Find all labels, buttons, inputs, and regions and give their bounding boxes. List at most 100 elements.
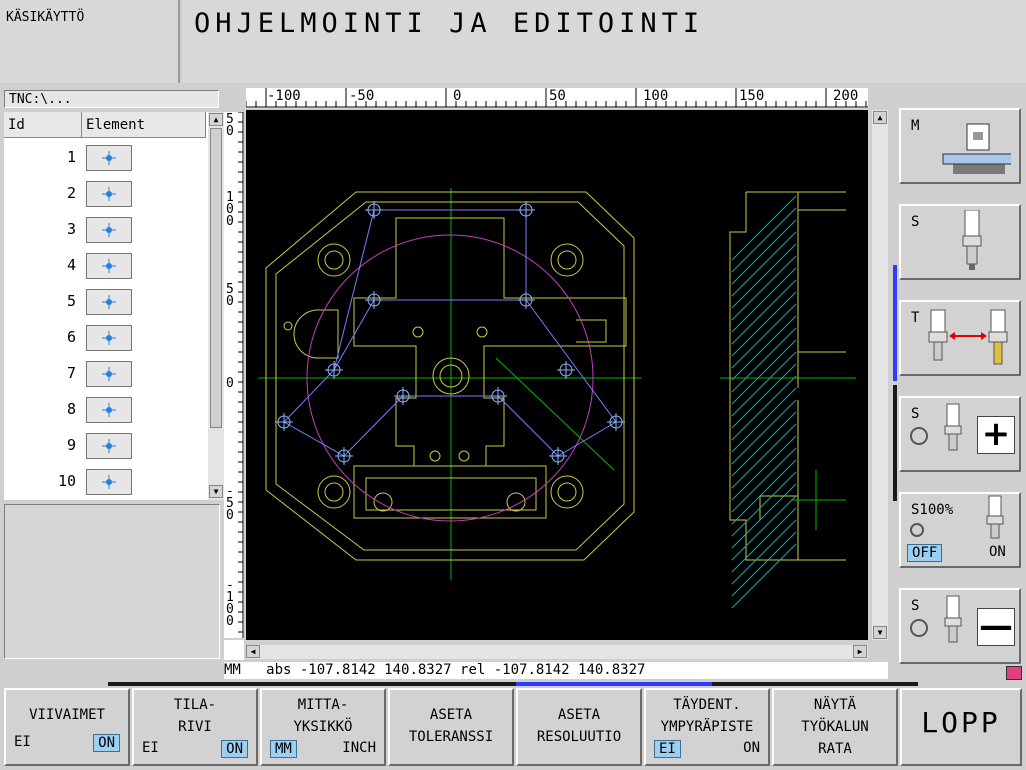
softkey-label: TYÖKALUN bbox=[801, 719, 869, 735]
softkey-label: LOPP bbox=[921, 706, 1001, 739]
point-icon bbox=[102, 439, 116, 453]
tool-change-icon bbox=[928, 309, 1008, 365]
element-cell[interactable] bbox=[86, 397, 132, 423]
element-cell[interactable] bbox=[86, 361, 132, 387]
ruler-tick-label: 0 bbox=[226, 376, 234, 391]
canvas-scroll-right-icon[interactable]: ▶ bbox=[853, 645, 867, 658]
element-cell[interactable] bbox=[86, 145, 132, 171]
ruler-tick-label: -100 bbox=[267, 88, 301, 104]
scroll-up-arrow-icon[interactable]: ▲ bbox=[209, 113, 223, 126]
list-item-id: 4 bbox=[66, 256, 76, 274]
point-icon bbox=[102, 259, 116, 273]
element-cell[interactable] bbox=[86, 433, 132, 459]
contour-points bbox=[275, 201, 625, 465]
spindle-rotate-ccw-icon bbox=[910, 595, 962, 643]
override-on-toggle[interactable]: ON bbox=[989, 544, 1006, 560]
list-item[interactable]: 1 bbox=[4, 142, 206, 178]
softkey-7[interactable]: NÄYTÄ TYÖKALUN RATA bbox=[772, 688, 898, 766]
list-item-id: 1 bbox=[66, 148, 76, 166]
toggle-on-option[interactable]: ON bbox=[221, 740, 248, 758]
side-button-spindle-plus[interactable]: S + bbox=[899, 396, 1021, 472]
side-button-spindle-override[interactable]: S100% OFF ON bbox=[899, 492, 1021, 568]
list-item-id: 9 bbox=[66, 436, 76, 454]
point-icon bbox=[102, 331, 116, 345]
softkey-3[interactable]: MITTA- YKSIKKÖ MM INCH bbox=[260, 688, 386, 766]
element-cell[interactable] bbox=[86, 181, 132, 207]
side-label-t: T bbox=[911, 310, 920, 326]
side-button-spindle-minus[interactable]: S — bbox=[899, 588, 1021, 664]
toggle-off-option[interactable]: MM bbox=[270, 740, 297, 758]
softkey-8[interactable]: LOPP bbox=[900, 688, 1022, 766]
ruler-tick-label: 100 bbox=[226, 190, 234, 229]
element-cell[interactable] bbox=[86, 217, 132, 243]
toggle-off-option[interactable]: EI bbox=[654, 740, 681, 758]
point-icon bbox=[102, 223, 116, 237]
list-item-id: 7 bbox=[66, 364, 76, 382]
ruler-tick-label: -50 bbox=[349, 88, 375, 104]
list-item[interactable]: 7 bbox=[4, 358, 206, 394]
part-contour bbox=[265, 191, 635, 561]
spindle-rotate-cw-icon bbox=[910, 403, 962, 451]
element-cell[interactable] bbox=[86, 289, 132, 315]
plus-icon: + bbox=[977, 416, 1015, 454]
ruler-tick-label: 200 bbox=[833, 88, 859, 104]
side-button-tool-change[interactable]: T bbox=[899, 300, 1021, 376]
operating-mode-label: KÄSIKÄYTTÖ bbox=[0, 0, 180, 83]
list-item[interactable]: 2 bbox=[4, 178, 206, 214]
list-item-id: 6 bbox=[66, 328, 76, 346]
softkey-5[interactable]: ASETA RESOLUUTIO bbox=[516, 688, 642, 766]
canvas-scroll-down-icon[interactable]: ▼ bbox=[873, 626, 887, 639]
vertical-ruler: 50 100 50 0 -50 -100 bbox=[224, 112, 244, 638]
toggle-off-option[interactable]: EI bbox=[142, 740, 159, 756]
point-icon bbox=[102, 475, 116, 489]
list-item[interactable]: 8 bbox=[4, 394, 206, 430]
canvas-vertical-scrollbar[interactable]: ▲ ▼ bbox=[872, 110, 888, 640]
softkey-4[interactable]: ASETA TOLERANSSI bbox=[388, 688, 514, 766]
canvas-horizontal-scrollbar[interactable]: ◀ ▶ bbox=[246, 645, 868, 659]
list-item[interactable]: 9 bbox=[4, 430, 206, 466]
list-scroll-thumb[interactable] bbox=[210, 128, 222, 428]
list-item[interactable]: 5 bbox=[4, 286, 206, 322]
ruler-tick-label: 50 bbox=[226, 112, 234, 139]
ruler-tick-label: -50 bbox=[226, 484, 234, 523]
section-hatch bbox=[731, 195, 797, 609]
side-button-m[interactable]: M bbox=[899, 108, 1021, 184]
softkey-6[interactable]: TÄYDENT. YMPYRÄPISTE EI ON bbox=[644, 688, 770, 766]
override-off-toggle[interactable]: OFF bbox=[907, 544, 943, 562]
drawing-canvas[interactable] bbox=[246, 110, 868, 640]
tool-path bbox=[283, 209, 617, 457]
softkey-label: ASETA bbox=[429, 707, 473, 723]
softkey-label: RIVI bbox=[178, 719, 212, 735]
list-item[interactable]: 4 bbox=[4, 250, 206, 286]
machine-table-icon bbox=[942, 123, 1011, 174]
toggle-off-option[interactable]: EI bbox=[14, 734, 31, 750]
side-button-spindle[interactable]: S bbox=[899, 204, 1021, 280]
softkey-label: ASETA bbox=[557, 707, 601, 723]
element-cell[interactable] bbox=[86, 469, 132, 495]
element-cell[interactable] bbox=[86, 253, 132, 279]
ruler-tick-label: 150 bbox=[739, 88, 765, 104]
softkey-2[interactable]: TILA- RIVI EI ON bbox=[132, 688, 258, 766]
minus-icon: — bbox=[977, 606, 1015, 646]
list-item[interactable]: 6 bbox=[4, 322, 206, 358]
ruler-tick-label: 50 bbox=[226, 282, 234, 309]
canvas-scroll-up-icon[interactable]: ▲ bbox=[873, 111, 887, 124]
softkey-label: RATA bbox=[818, 741, 852, 757]
softkey-label: VIIVAIMET bbox=[29, 707, 105, 723]
toggle-on-option[interactable]: ON bbox=[93, 734, 120, 752]
scroll-down-arrow-icon[interactable]: ▼ bbox=[209, 485, 223, 498]
toggle-on-option[interactable]: INCH bbox=[342, 740, 376, 756]
canvas-scroll-left-icon[interactable]: ◀ bbox=[246, 645, 260, 658]
list-scrollbar[interactable]: ▲ ▼ bbox=[208, 112, 224, 500]
toggle-on-option[interactable]: ON bbox=[743, 740, 760, 756]
point-icon bbox=[102, 295, 116, 309]
list-item[interactable]: 10 bbox=[4, 466, 206, 502]
element-properties-panel bbox=[4, 504, 220, 659]
softkey-label: YMPYRÄPISTE bbox=[660, 719, 754, 735]
softkey-1[interactable]: VIIVAIMET EI ON bbox=[4, 688, 130, 766]
point-icon bbox=[102, 367, 116, 381]
column-header-element[interactable]: Element bbox=[82, 112, 206, 138]
column-header-id[interactable]: Id bbox=[4, 112, 82, 138]
list-item[interactable]: 3 bbox=[4, 214, 206, 250]
element-cell[interactable] bbox=[86, 325, 132, 351]
